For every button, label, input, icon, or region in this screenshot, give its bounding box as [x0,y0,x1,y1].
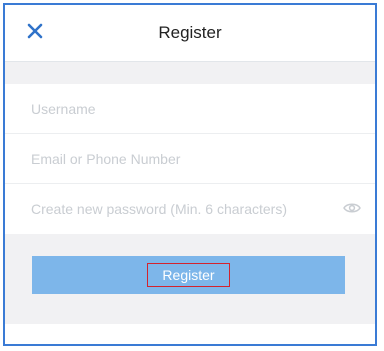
page-title: Register [158,23,222,42]
register-screen: Register Register [3,3,377,346]
email-or-phone-input[interactable] [31,146,331,172]
email-row [5,134,375,184]
register-button-label: Register [147,263,230,287]
section-divider [5,62,375,84]
password-input[interactable] [31,196,331,222]
username-row [5,84,375,134]
eye-icon[interactable] [343,201,361,215]
username-input[interactable] [31,96,331,122]
password-row [5,184,375,234]
nav-bar: Register [5,5,375,62]
register-button[interactable]: Register [32,256,345,294]
